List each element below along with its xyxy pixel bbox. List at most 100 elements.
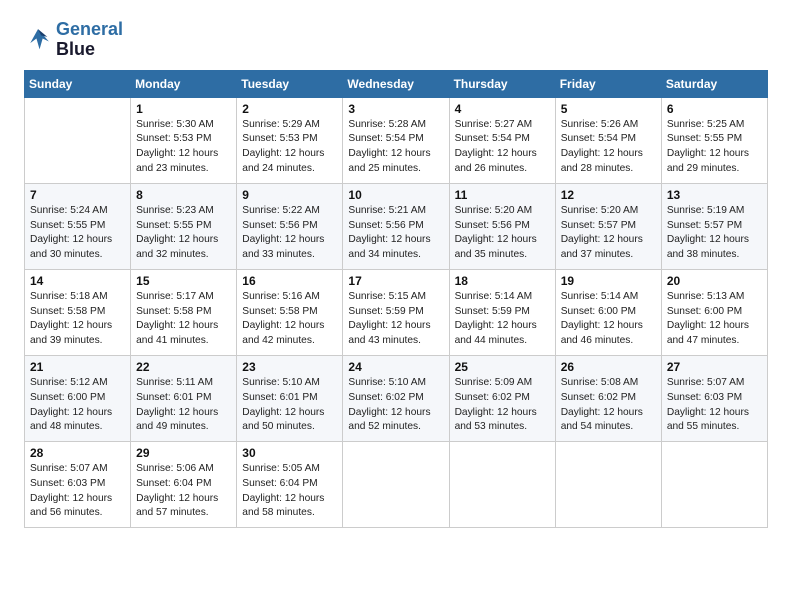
day-info: Sunrise: 5:24 AM Sunset: 5:55 PM Dayligh… [30, 204, 125, 263]
day-number: 11 [455, 188, 550, 202]
weekday-header-monday: Monday [131, 70, 237, 97]
day-number: 12 [561, 188, 656, 202]
calendar-cell: 30 Sunrise: 5:05 AM Sunset: 6:04 PM Dayli… [237, 442, 343, 528]
day-info: Sunrise: 5:10 AM Sunset: 6:02 PM Dayligh… [348, 376, 443, 435]
day-info: Sunrise: 5:15 AM Sunset: 5:59 PM Dayligh… [348, 290, 443, 349]
calendar-cell: 28 Sunrise: 5:07 AM Sunset: 6:03 PM Dayli… [25, 442, 131, 528]
calendar-cell [25, 97, 131, 183]
day-info: Sunrise: 5:22 AM Sunset: 5:56 PM Dayligh… [242, 204, 337, 263]
day-info: Sunrise: 5:07 AM Sunset: 6:03 PM Dayligh… [30, 462, 125, 521]
calendar-cell: 12 Sunrise: 5:20 AM Sunset: 5:57 PM Dayli… [555, 183, 661, 269]
day-number: 29 [136, 446, 231, 460]
calendar-cell: 17 Sunrise: 5:15 AM Sunset: 5:59 PM Dayli… [343, 269, 449, 355]
calendar-cell: 11Sunrise: 5:20 AM Sunset: 5:56 PM Dayli… [449, 183, 555, 269]
day-info: Sunrise: 5:16 AM Sunset: 5:58 PM Dayligh… [242, 290, 337, 349]
weekday-header-wednesday: Wednesday [343, 70, 449, 97]
weekday-header-saturday: Saturday [661, 70, 767, 97]
day-number: 19 [561, 274, 656, 288]
day-number: 22 [136, 360, 231, 374]
day-number: 5 [561, 102, 656, 116]
day-info: Sunrise: 5:10 AM Sunset: 6:01 PM Dayligh… [242, 376, 337, 435]
calendar-cell: 25 Sunrise: 5:09 AM Sunset: 6:02 PM Dayli… [449, 355, 555, 441]
calendar-cell: 10Sunrise: 5:21 AM Sunset: 5:56 PM Dayli… [343, 183, 449, 269]
logo-text: GeneralBlue [56, 20, 123, 60]
day-number: 30 [242, 446, 337, 460]
calendar-cell: 27 Sunrise: 5:07 AM Sunset: 6:03 PM Dayli… [661, 355, 767, 441]
calendar-cell: 29 Sunrise: 5:06 AM Sunset: 6:04 PM Dayli… [131, 442, 237, 528]
day-info: Sunrise: 5:21 AM Sunset: 5:56 PM Dayligh… [348, 204, 443, 263]
calendar-cell: 3 Sunrise: 5:28 AM Sunset: 5:54 PM Daylig… [343, 97, 449, 183]
day-number: 20 [667, 274, 762, 288]
calendar-cell: 20 Sunrise: 5:13 AM Sunset: 6:00 PM Dayli… [661, 269, 767, 355]
day-info: Sunrise: 5:06 AM Sunset: 6:04 PM Dayligh… [136, 462, 231, 521]
weekday-header-sunday: Sunday [25, 70, 131, 97]
day-number: 8 [136, 188, 231, 202]
day-info: Sunrise: 5:19 AM Sunset: 5:57 PM Dayligh… [667, 204, 762, 263]
day-number: 28 [30, 446, 125, 460]
day-number: 1 [136, 102, 231, 116]
calendar-cell: 15 Sunrise: 5:17 AM Sunset: 5:58 PM Dayli… [131, 269, 237, 355]
day-info: Sunrise: 5:23 AM Sunset: 5:55 PM Dayligh… [136, 204, 231, 263]
weekday-header-friday: Friday [555, 70, 661, 97]
calendar-cell: 13Sunrise: 5:19 AM Sunset: 5:57 PM Dayli… [661, 183, 767, 269]
calendar-cell: 7 Sunrise: 5:24 AM Sunset: 5:55 PM Daylig… [25, 183, 131, 269]
calendar-cell: 5 Sunrise: 5:26 AM Sunset: 5:54 PM Daylig… [555, 97, 661, 183]
day-number: 4 [455, 102, 550, 116]
day-number: 18 [455, 274, 550, 288]
calendar-cell: 24 Sunrise: 5:10 AM Sunset: 6:02 PM Dayli… [343, 355, 449, 441]
calendar-cell [661, 442, 767, 528]
calendar-cell: 23 Sunrise: 5:10 AM Sunset: 6:01 PM Dayli… [237, 355, 343, 441]
day-number: 14 [30, 274, 125, 288]
calendar-cell: 4 Sunrise: 5:27 AM Sunset: 5:54 PM Daylig… [449, 97, 555, 183]
weekday-header-tuesday: Tuesday [237, 70, 343, 97]
calendar-cell: 26Sunrise: 5:08 AM Sunset: 6:02 PM Dayli… [555, 355, 661, 441]
day-number: 24 [348, 360, 443, 374]
day-number: 27 [667, 360, 762, 374]
calendar-cell: 2 Sunrise: 5:29 AM Sunset: 5:53 PM Daylig… [237, 97, 343, 183]
day-info: Sunrise: 5:14 AM Sunset: 6:00 PM Dayligh… [561, 290, 656, 349]
day-number: 3 [348, 102, 443, 116]
calendar-cell: 16 Sunrise: 5:16 AM Sunset: 5:58 PM Dayli… [237, 269, 343, 355]
calendar-table: SundayMondayTuesdayWednesdayThursdayFrid… [24, 70, 768, 529]
day-number: 9 [242, 188, 337, 202]
day-number: 26 [561, 360, 656, 374]
logo: GeneralBlue [24, 20, 123, 60]
calendar-cell: 19 Sunrise: 5:14 AM Sunset: 6:00 PM Dayli… [555, 269, 661, 355]
calendar-cell [343, 442, 449, 528]
day-number: 16 [242, 274, 337, 288]
day-info: Sunrise: 5:29 AM Sunset: 5:53 PM Dayligh… [242, 118, 337, 177]
day-info: Sunrise: 5:14 AM Sunset: 5:59 PM Dayligh… [455, 290, 550, 349]
calendar-cell: 22Sunrise: 5:11 AM Sunset: 6:01 PM Dayli… [131, 355, 237, 441]
logo-icon [24, 26, 52, 54]
day-info: Sunrise: 5:17 AM Sunset: 5:58 PM Dayligh… [136, 290, 231, 349]
day-number: 21 [30, 360, 125, 374]
calendar-cell: 18 Sunrise: 5:14 AM Sunset: 5:59 PM Dayli… [449, 269, 555, 355]
day-number: 15 [136, 274, 231, 288]
calendar-cell: 1 Sunrise: 5:30 AM Sunset: 5:53 PM Daylig… [131, 97, 237, 183]
calendar-cell: 8 Sunrise: 5:23 AM Sunset: 5:55 PM Daylig… [131, 183, 237, 269]
weekday-header-thursday: Thursday [449, 70, 555, 97]
day-number: 2 [242, 102, 337, 116]
day-info: Sunrise: 5:07 AM Sunset: 6:03 PM Dayligh… [667, 376, 762, 435]
header: GeneralBlue [24, 20, 768, 60]
day-number: 17 [348, 274, 443, 288]
calendar-cell: 14 Sunrise: 5:18 AM Sunset: 5:58 PM Dayli… [25, 269, 131, 355]
day-info: Sunrise: 5:20 AM Sunset: 5:57 PM Dayligh… [561, 204, 656, 263]
day-info: Sunrise: 5:12 AM Sunset: 6:00 PM Dayligh… [30, 376, 125, 435]
day-info: Sunrise: 5:26 AM Sunset: 5:54 PM Dayligh… [561, 118, 656, 177]
day-info: Sunrise: 5:09 AM Sunset: 6:02 PM Dayligh… [455, 376, 550, 435]
calendar-cell [555, 442, 661, 528]
day-number: 23 [242, 360, 337, 374]
day-info: Sunrise: 5:25 AM Sunset: 5:55 PM Dayligh… [667, 118, 762, 177]
day-info: Sunrise: 5:05 AM Sunset: 6:04 PM Dayligh… [242, 462, 337, 521]
calendar-cell: 9 Sunrise: 5:22 AM Sunset: 5:56 PM Daylig… [237, 183, 343, 269]
day-info: Sunrise: 5:13 AM Sunset: 6:00 PM Dayligh… [667, 290, 762, 349]
calendar-cell [449, 442, 555, 528]
day-number: 6 [667, 102, 762, 116]
day-info: Sunrise: 5:27 AM Sunset: 5:54 PM Dayligh… [455, 118, 550, 177]
day-number: 25 [455, 360, 550, 374]
day-info: Sunrise: 5:18 AM Sunset: 5:58 PM Dayligh… [30, 290, 125, 349]
day-info: Sunrise: 5:28 AM Sunset: 5:54 PM Dayligh… [348, 118, 443, 177]
day-number: 7 [30, 188, 125, 202]
day-info: Sunrise: 5:30 AM Sunset: 5:53 PM Dayligh… [136, 118, 231, 177]
